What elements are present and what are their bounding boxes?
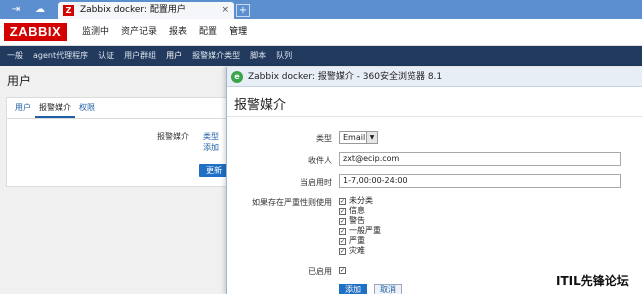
- forum-watermark: ITIL先锋论坛: [556, 274, 629, 288]
- severity-checkbox-high[interactable]: ✓: [339, 237, 346, 245]
- popup-heading: 报警媒介: [234, 98, 287, 113]
- menu-inventory[interactable]: 资产记录: [115, 19, 163, 46]
- browser-tab-strip: ⇥ ☁ Z Zabbix docker: 配置用户 × +: [0, 0, 642, 19]
- media-popup-window: e Zabbix docker: 报警媒介 - 360安全浏览器 8.1 报警媒…: [226, 67, 642, 294]
- subnav-general[interactable]: 一般: [2, 46, 28, 66]
- severity-row: ✓ 严重: [339, 236, 365, 246]
- severity-checkbox-disaster[interactable]: ✓: [339, 247, 346, 255]
- tab-divider: [7, 118, 227, 119]
- severity-label-disaster: 灾难: [349, 246, 365, 255]
- menu-monitoring[interactable]: 监测中: [76, 19, 115, 46]
- menu-administration[interactable]: 管理: [223, 19, 253, 46]
- type-select-value: Email: [343, 133, 366, 142]
- severity-checkbox-information[interactable]: ✓: [339, 207, 346, 215]
- menu-configuration[interactable]: 配置: [193, 19, 223, 46]
- send-to-value: zxt@ecip.com: [343, 154, 400, 163]
- severity-label-average: 一般严重: [349, 226, 381, 235]
- add-button[interactable]: 添加: [339, 284, 367, 294]
- severity-label-high: 严重: [349, 236, 365, 245]
- zabbix-favicon-icon: Z: [63, 5, 74, 16]
- enabled-label: 已启用: [308, 267, 332, 276]
- user-form-tabs: 用户 报警媒介 权限: [7, 98, 99, 118]
- app-header: ZABBIX 监测中 资产记录 报表 配置 管理: [0, 19, 642, 46]
- popup-titlebar: e Zabbix docker: 报警媒介 - 360安全浏览器 8.1: [227, 67, 642, 87]
- enabled-checkbox[interactable]: ✓: [339, 266, 346, 274]
- sub-navigation: 一般 agent代理程序 认证 用户群组 用户 报警媒介类型 脚本 队列: [0, 46, 642, 66]
- subnav-media-types[interactable]: 报警媒介类型: [187, 46, 245, 66]
- popup-divider: [227, 116, 642, 117]
- subnav-authentication[interactable]: 认证: [93, 46, 119, 66]
- severity-label-not-classified: 未分类: [349, 196, 373, 205]
- when-active-input[interactable]: 1-7,00:00-24:00: [339, 174, 621, 188]
- when-active-label: 当启用时: [300, 178, 332, 187]
- type-select[interactable]: Email ▼: [339, 131, 378, 144]
- send-to-label: 收件人: [308, 156, 332, 165]
- main-menu: 监测中 资产记录 报表 配置 管理: [76, 19, 253, 46]
- chevron-down-icon: ▼: [366, 132, 377, 143]
- severity-row: ✓ 警告: [339, 216, 365, 226]
- severity-row: ✓ 一般严重: [339, 226, 381, 236]
- tab-media[interactable]: 报警媒介: [35, 98, 75, 118]
- close-tab-icon[interactable]: ×: [221, 2, 229, 19]
- enabled-row: ✓: [339, 265, 349, 275]
- severity-checkbox-not-classified[interactable]: ✓: [339, 197, 346, 205]
- subnav-users[interactable]: 用户: [161, 46, 187, 66]
- subnav-scripts[interactable]: 脚本: [245, 46, 271, 66]
- severity-label-information: 信息: [349, 206, 365, 215]
- when-active-value: 1-7,00:00-24:00: [343, 176, 408, 185]
- send-to-input[interactable]: zxt@ecip.com: [339, 152, 621, 166]
- popup-window-title: Zabbix docker: 报警媒介 - 360安全浏览器 8.1: [248, 72, 443, 82]
- media-type-link[interactable]: 类型: [203, 131, 219, 142]
- tab-user[interactable]: 用户: [11, 98, 35, 118]
- subnav-user-groups[interactable]: 用户群组: [119, 46, 161, 66]
- severity-checkbox-warning[interactable]: ✓: [339, 217, 346, 225]
- severity-row: ✓ 灾难: [339, 246, 365, 256]
- update-button[interactable]: 更新: [199, 164, 229, 177]
- subnav-proxies[interactable]: agent代理程序: [28, 46, 93, 66]
- media-label: 报警媒介: [157, 132, 189, 141]
- tab-permissions[interactable]: 权限: [75, 98, 99, 118]
- zabbix-logo[interactable]: ZABBIX: [4, 23, 67, 41]
- browser-tab-active[interactable]: Z Zabbix docker: 配置用户 ×: [58, 2, 234, 19]
- severity-row: ✓ 信息: [339, 206, 365, 216]
- page-title: 用户: [7, 74, 32, 88]
- menu-reports[interactable]: 报表: [163, 19, 193, 46]
- new-tab-button[interactable]: +: [236, 4, 250, 17]
- type-label: 类型: [316, 134, 332, 143]
- media-add-link[interactable]: 添加: [203, 142, 219, 153]
- severity-checkbox-average[interactable]: ✓: [339, 227, 346, 235]
- cloud-icon[interactable]: ☁: [30, 3, 50, 16]
- sidebar-toggle-icon[interactable]: ⇥: [6, 3, 26, 16]
- browser-logo-icon: e: [231, 71, 243, 83]
- severity-label-warning: 警告: [349, 216, 365, 225]
- browser-tab-title: Zabbix docker: 配置用户: [80, 5, 186, 15]
- severity-row: ✓ 未分类: [339, 196, 373, 206]
- severity-label: 如果存在严重性则使用: [252, 198, 332, 207]
- cancel-button[interactable]: 取消: [374, 284, 402, 294]
- user-form-card: 用户 报警媒介 权限 报警媒介 类型 添加 更新: [6, 97, 229, 187]
- subnav-queue[interactable]: 队列: [271, 46, 297, 66]
